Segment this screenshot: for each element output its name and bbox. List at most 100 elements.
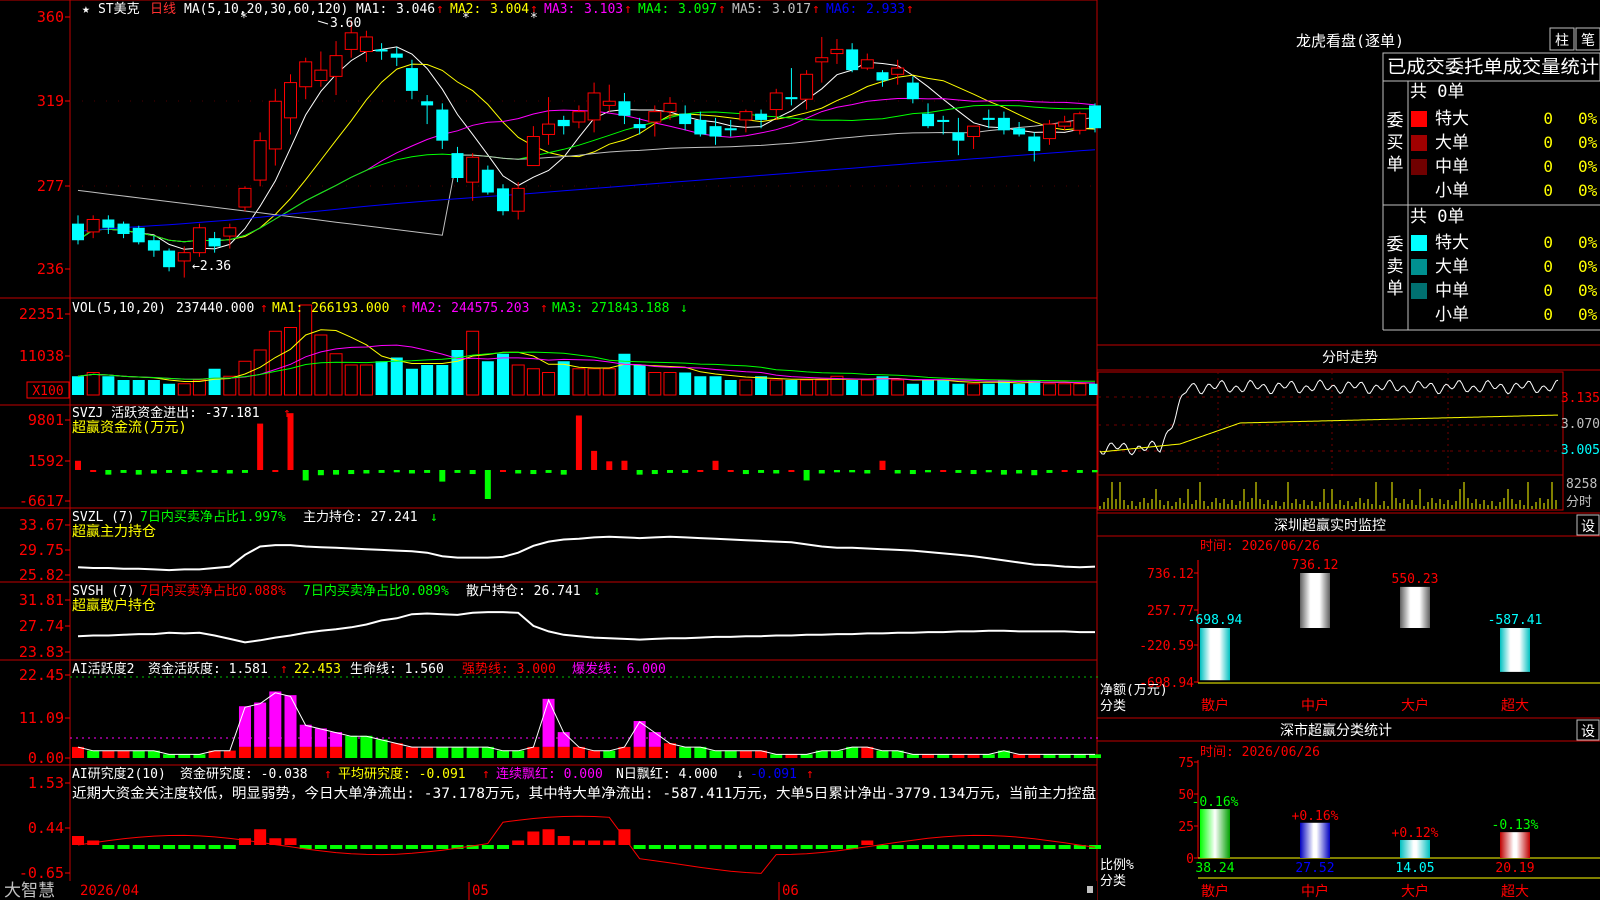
sell-color-swatch	[1411, 235, 1427, 251]
active-bar-red	[102, 750, 115, 758]
active-bar-strong	[314, 728, 327, 747]
sz-monitor-settings-label: 设	[1581, 519, 1595, 535]
svzj-axis-label: -6617	[19, 492, 64, 510]
volume-bar-down	[208, 368, 221, 395]
research-bar-positive	[512, 840, 525, 845]
sz-monitor-title: 深圳超赢实时监控	[1274, 517, 1386, 534]
high-marker-pointer	[317, 20, 329, 25]
intraday-time-label: 分时	[1566, 495, 1592, 510]
active-bar-green	[830, 750, 843, 758]
volume-bar-down	[72, 376, 84, 395]
research-bar-negative	[633, 845, 646, 849]
research-bar-negative	[937, 845, 950, 849]
volume-bar-up	[359, 364, 373, 396]
candle-body-down	[451, 153, 464, 178]
sz-class-axis-label: 25	[1178, 820, 1194, 835]
research-bar-positive	[588, 840, 601, 845]
sz-class-title: 深市超赢分类统计	[1280, 722, 1392, 739]
price-axis-label: 360	[37, 8, 64, 26]
research-bar-positive	[284, 838, 297, 845]
volume-bar-up	[572, 368, 586, 396]
sz-monitor-category: 中户	[1301, 697, 1329, 714]
buy-row-pct: 0%	[1578, 181, 1598, 200]
research-bar-negative	[360, 845, 373, 849]
research-bar-negative	[330, 845, 343, 849]
candle-body-up	[238, 187, 252, 208]
research-bar-positive	[527, 831, 540, 845]
research-bar-negative	[891, 845, 904, 849]
volume-bar-up	[542, 372, 556, 396]
ai-active-strong: 强势线: 3.000	[462, 661, 556, 677]
candle-body-up	[1058, 121, 1072, 127]
sell-side-label-char: 委	[1387, 235, 1404, 255]
volume-bar-down	[846, 380, 859, 395]
candle-body-up	[800, 73, 814, 100]
candle-body-down	[1028, 136, 1041, 152]
fund-flow-bar-out	[1031, 470, 1038, 476]
arrow-down-icon: ↓	[430, 510, 438, 525]
buy-side-label-char: 委	[1387, 111, 1404, 131]
active-bar-green	[709, 750, 722, 758]
volume-bar-down	[785, 380, 798, 395]
active-bar-base	[557, 746, 570, 758]
ma-legend-label: MA1:	[356, 2, 387, 17]
candle-body-down	[72, 223, 84, 241]
fund-flow-bar-out	[925, 470, 932, 473]
buy-row-pct: 0%	[1578, 157, 1598, 176]
research-bar-negative	[375, 845, 388, 849]
candle-body-up	[572, 111, 586, 123]
active-bar-base	[314, 746, 327, 758]
fund-flow-bar-out	[363, 470, 370, 474]
buy-side-label-char: 买	[1387, 133, 1404, 153]
arrow-down-icon: ↓	[736, 767, 744, 782]
volume-bar-down	[906, 383, 919, 395]
candle-body-up	[542, 123, 556, 135]
fund-flow-bar-out	[773, 470, 780, 474]
low-price-marker: ←2.36	[192, 259, 231, 274]
fund-flow-bar-out	[1016, 470, 1023, 474]
trading-terminal: 360 319 277 236 ★ ST美克 日线 MA(5,10,20,30,60,120)…	[0, 0, 1600, 900]
active-bar-green	[87, 750, 100, 758]
candle-body-down	[117, 223, 130, 234]
candle-body-down	[390, 53, 403, 58]
candle-body-down	[937, 119, 950, 122]
lock-icon[interactable]	[1087, 886, 1093, 893]
candle-body-down	[694, 119, 707, 135]
sz-monitor-category: 大户	[1401, 697, 1429, 714]
sz-class-value-label: 27.52	[1295, 861, 1334, 876]
arrow-up-icon: ↑	[436, 2, 444, 17]
candle-body-down	[876, 72, 889, 81]
sz-class-change-label: -0.16%	[1192, 795, 1239, 810]
volume-bar-up	[860, 379, 874, 396]
arrow-up-icon: ↑	[482, 767, 490, 782]
fund-flow-bar-out	[849, 470, 856, 473]
sz-class-axis-label: 0	[1186, 852, 1194, 867]
candle-body-down	[132, 227, 145, 243]
buy-row-pct: 0%	[1578, 109, 1598, 128]
candle-body-down	[375, 49, 388, 52]
sz-class-category: 大户	[1401, 883, 1429, 900]
volume-bar-up	[1058, 383, 1072, 396]
candle-body-down	[1089, 105, 1101, 129]
buy-row-count: 0	[1543, 133, 1553, 152]
fund-flow-bar-out	[803, 470, 810, 481]
intraday-axis: 3.135	[1561, 391, 1600, 406]
arrow-up-icon: ↑	[283, 406, 291, 421]
ai-research-last: -0.091	[750, 767, 797, 782]
candle-body-up	[314, 69, 328, 82]
date-bar	[0, 881, 1097, 900]
svzl-axis-label: 25.82	[19, 566, 64, 584]
active-bar-red	[739, 750, 752, 758]
candle-body-up	[284, 82, 298, 119]
stock-chart-canvas[interactable]: 360 319 277 236 ★ ST美克 日线 MA(5,10,20,30,60,120)…	[0, 0, 1600, 900]
arrow-up-icon: ↑	[718, 2, 726, 17]
volume-bar-down	[724, 380, 737, 395]
volume-bar-up	[739, 379, 753, 396]
candle-body-up	[359, 36, 373, 52]
arrow-up-icon: ↑	[624, 2, 632, 17]
sz-monitor-xlabel: 分类	[1100, 699, 1126, 714]
volume-bar-down	[421, 365, 434, 395]
candle-body-up	[86, 218, 100, 233]
ai-active-burst: 爆发线: 6.000	[572, 661, 666, 677]
active-bar-green	[724, 750, 737, 758]
